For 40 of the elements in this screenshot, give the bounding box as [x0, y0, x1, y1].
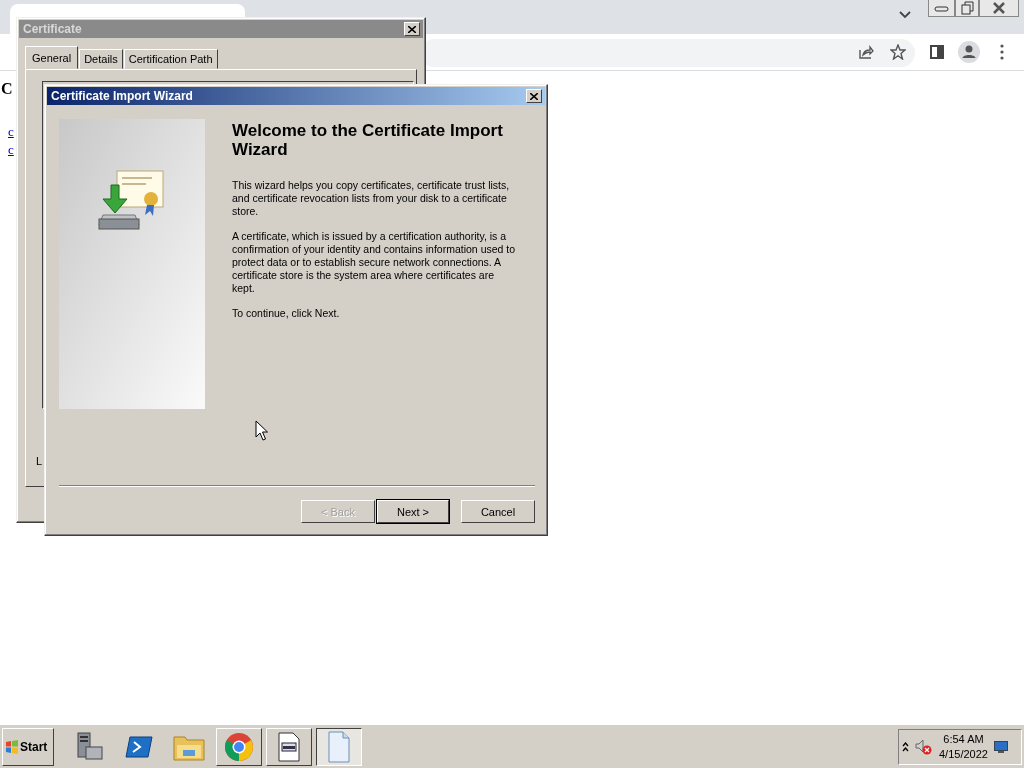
tab[interactable]: Certification Path: [123, 49, 218, 69]
close-button[interactable]: [526, 89, 542, 103]
clock-time: 6:54 AM: [943, 731, 984, 747]
wizard-paragraph: To continue, click Next.: [232, 307, 341, 320]
server-toolbox-icon[interactable]: [74, 730, 104, 763]
window-title: Certificate: [23, 22, 82, 36]
terminal-icon[interactable]: [125, 734, 153, 759]
close-icon: [408, 25, 416, 33]
application-window-icon[interactable]: [277, 731, 301, 762]
speaker-muted-icon[interactable]: [915, 738, 933, 755]
star-icon[interactable]: [890, 44, 906, 60]
browser-icon[interactable]: [224, 731, 254, 762]
profile-avatar-icon[interactable]: [958, 41, 980, 63]
page-heading: C: [1, 80, 13, 98]
next-button[interactable]: Next >: [377, 500, 449, 523]
wizard-paragraph: A certificate, which is issued by a certification authority, is a confirmation of your identity and contains information used to protect data or to establish secure network connections. A certificate store is the system area where certificates are kept.: [232, 230, 517, 295]
show-hidden-icons-icon[interactable]: [902, 741, 909, 752]
monitor-icon[interactable]: [993, 740, 1008, 753]
close-icon: [530, 92, 538, 100]
more-menu-icon[interactable]: [1000, 44, 1004, 60]
minimize-icon[interactable]: [928, 0, 955, 17]
tab[interactable]: Details: [79, 49, 123, 69]
share-icon[interactable]: [858, 44, 874, 60]
start-button[interactable]: Start: [2, 727, 54, 766]
field-label: L: [36, 455, 43, 467]
cancel-button[interactable]: Cancel: [461, 500, 535, 523]
clock-date: 4/15/2022: [939, 746, 988, 762]
close-icon[interactable]: [979, 0, 1019, 17]
window-title: Certificate Import Wizard: [51, 89, 193, 103]
restore-icon[interactable]: [955, 0, 979, 17]
page-link[interactable]: c: [8, 142, 14, 158]
tab[interactable]: General: [25, 46, 79, 69]
page-link[interactable]: c: [8, 124, 14, 140]
mouse-cursor-icon: [255, 420, 268, 441]
wizard-paragraph: This wizard helps you copy certificates, certificate trust lists, and certificate revocation lists from your disk to a certificate store.: [232, 179, 511, 218]
close-button[interactable]: [404, 22, 420, 36]
wizard-heading: Welcome to the Certificate Import Wizard: [232, 121, 504, 159]
chevron-down-icon[interactable]: [899, 11, 911, 19]
side-panel-icon[interactable]: [930, 45, 944, 59]
flag-icon: [5, 739, 19, 754]
